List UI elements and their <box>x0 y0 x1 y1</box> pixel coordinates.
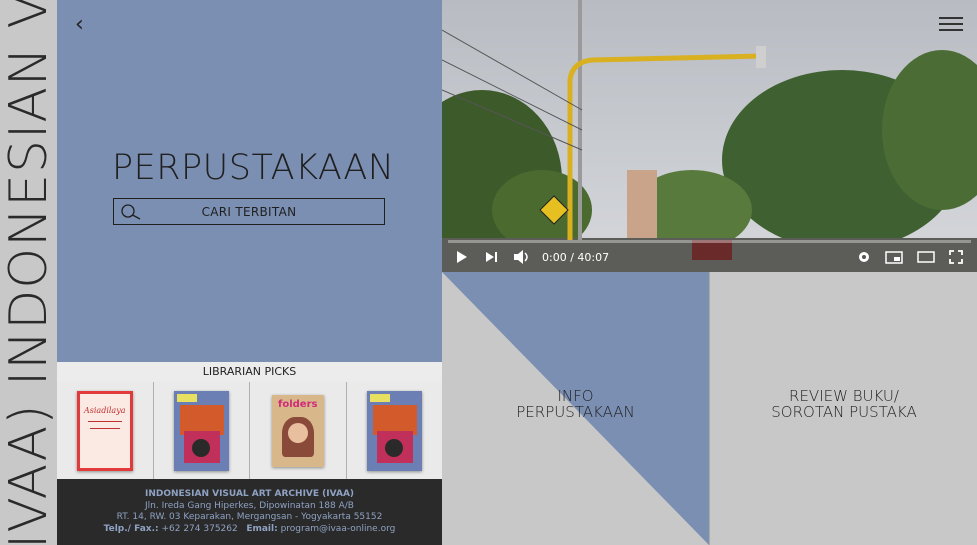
info-perpustakaan-tile[interactable]: INFO PERPUSTAKAAN <box>442 272 709 545</box>
footer-org: INDONESIAN VISUAL ART ARCHIVE (IVAA) <box>144 489 355 499</box>
info-tile-label: INFO PERPUSTAKAAN <box>442 388 709 420</box>
miniplayer-icon[interactable] <box>885 250 903 264</box>
review-tile-label: REVIEW BUKU/ SOROTAN PUSTAKA <box>710 388 977 420</box>
footer-address: INDONESIAN VISUAL ART ARCHIVE (IVAA) Jln… <box>57 479 442 545</box>
pick-item[interactable] <box>154 382 250 479</box>
brand-vertical-text: (IVAA) INDONESIAN VI <box>0 0 58 545</box>
book-cover: folders <box>271 394 324 467</box>
back-chevron-icon[interactable]: ‹ <box>75 12 84 37</box>
book-cover <box>173 390 229 471</box>
review-line1: REVIEW BUKU/ <box>789 387 899 405</box>
librarian-picks-list: Asiadilaya folders <box>57 382 442 479</box>
footer-line2: RT. 14, RW. 03 Keparakan, Mergangsan - Y… <box>116 512 383 522</box>
next-icon[interactable] <box>486 251 498 263</box>
page-title: PERPUSTAKAAN <box>112 148 395 188</box>
fullscreen-icon[interactable] <box>949 250 963 264</box>
librarian-picks-heading: LIBRARIAN PICKS <box>57 362 442 382</box>
footer-email-label: Email: <box>246 523 278 534</box>
video-player[interactable]: 0:00 / 40:07 <box>442 0 977 272</box>
video-controls: 0:00 / 40:07 <box>442 242 977 272</box>
book-title: Asiadilaya <box>83 405 126 415</box>
play-icon[interactable] <box>456 250 468 264</box>
search-label: CARI TERBITAN <box>201 205 297 219</box>
library-panel: ‹ PERPUSTAKAAN CARI TERBITAN <box>57 0 442 362</box>
video-frame <box>442 0 977 272</box>
search-button[interactable]: CARI TERBITAN <box>113 198 385 225</box>
theater-mode-icon[interactable] <box>917 251 935 263</box>
pick-item[interactable]: folders <box>250 382 347 479</box>
footer-telp-label: Telp./ Fax.: <box>103 523 159 534</box>
footer-telp: +62 274 375262 <box>161 523 238 534</box>
review-buku-tile[interactable]: REVIEW BUKU/ SOROTAN PUSTAKA <box>709 272 977 545</box>
review-line2: SOROTAN PUSTAKA <box>771 403 917 421</box>
vertical-brand-rail: (IVAA) INDONESIAN VI <box>0 0 58 545</box>
volume-icon[interactable] <box>514 250 530 264</box>
settings-gear-icon[interactable] <box>857 250 871 264</box>
pick-item[interactable] <box>347 382 443 479</box>
info-line2: PERPUSTAKAAN <box>516 403 635 421</box>
book-cover <box>366 390 422 471</box>
book-cover: Asiadilaya <box>76 390 133 471</box>
info-line1: INFO <box>557 387 594 405</box>
book-title: folders <box>278 398 318 410</box>
footer-email[interactable]: program@ivaa-online.org <box>281 524 396 534</box>
hamburger-menu-icon[interactable] <box>939 17 963 35</box>
pick-item[interactable]: Asiadilaya <box>57 382 154 479</box>
footer-line1: Jln. Ireda Gang Hiperkes, Dipowinatan 18… <box>145 500 354 511</box>
video-time: 0:00 / 40:07 <box>542 250 610 264</box>
